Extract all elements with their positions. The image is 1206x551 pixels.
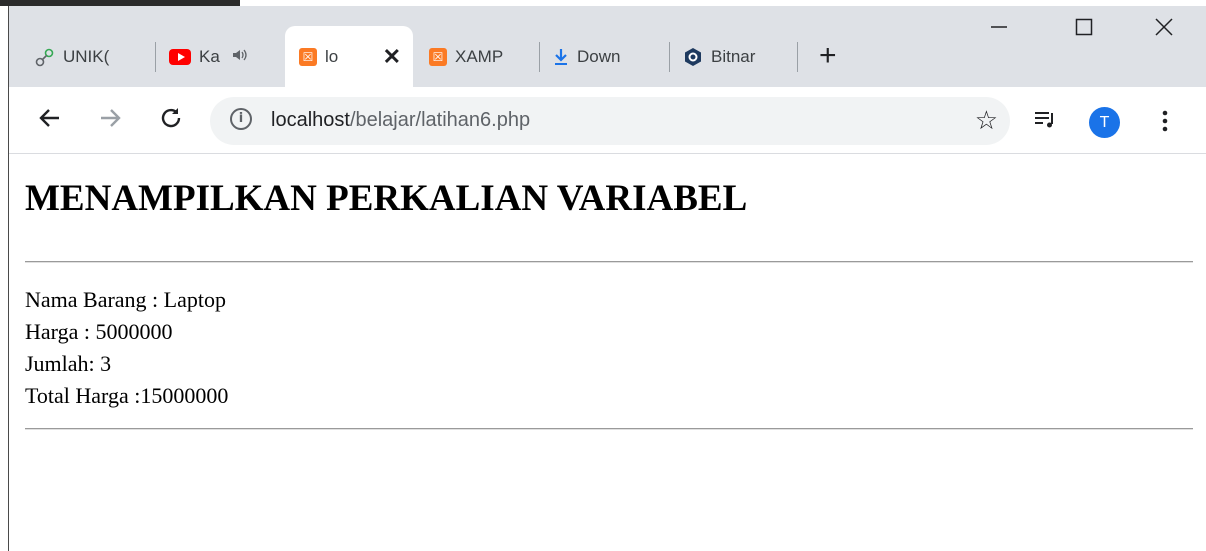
- browser-toolbar: i localhost/belajar/latihan6.php ☆ T: [9, 87, 1206, 154]
- close-window-button[interactable]: [1154, 16, 1174, 44]
- tab-label: UNIK(: [63, 46, 110, 66]
- page-content: MENAMPILKAN PERKALIAN VARIABEL Nama Bara…: [9, 154, 1206, 551]
- tab-unik[interactable]: UNIK(: [35, 26, 151, 87]
- price-line: Harga : 5000000: [25, 319, 173, 344]
- tab-strip: UNIK( Ka ☒ lo ✕ ☒ XAMP Down Bitnar +: [9, 6, 1206, 87]
- bitnami-icon: [683, 47, 703, 67]
- tab-label: Down: [577, 46, 621, 66]
- xampp-icon: ☒: [299, 47, 317, 66]
- url-path: /belajar/latihan6.php: [349, 109, 531, 131]
- close-tab-icon[interactable]: ✕: [383, 44, 401, 70]
- menu-kebab-icon[interactable]: [1161, 109, 1169, 137]
- tab-separator: [797, 42, 798, 72]
- tab-downloads[interactable]: Down: [553, 26, 663, 87]
- result-lines: Nama Barang : Laptop Harga : 5000000 Jum…: [25, 284, 228, 412]
- tab-separator: [155, 42, 156, 72]
- media-control-icon[interactable]: [1033, 109, 1057, 135]
- url-host: localhost: [271, 109, 350, 131]
- tab-separator: [669, 42, 670, 72]
- tab-bitnami[interactable]: Bitnar: [683, 26, 793, 87]
- bookmark-star-icon[interactable]: ☆: [975, 105, 998, 136]
- xampp-icon: ☒: [429, 47, 447, 66]
- tab-label: lo: [325, 46, 339, 66]
- back-button[interactable]: [37, 105, 63, 135]
- tab-xampp[interactable]: ☒ XAMP: [429, 26, 533, 87]
- tab-youtube[interactable]: Ka: [169, 26, 279, 87]
- tab-separator: [539, 42, 540, 72]
- tab-latihan6[interactable]: ☒ lo ✕: [285, 26, 413, 87]
- total-price-line: Total Harga :15000000: [25, 383, 229, 408]
- minimize-button[interactable]: [989, 16, 1009, 44]
- url-text[interactable]: localhost/belajar/latihan6.php: [271, 109, 530, 132]
- site-info-icon[interactable]: i: [230, 108, 252, 130]
- download-icon: [553, 48, 569, 66]
- quantity-line: Jumlah: 3: [25, 351, 112, 376]
- maximize-button[interactable]: [1074, 16, 1094, 44]
- youtube-icon: [169, 48, 191, 65]
- tab-label: Bitnar: [711, 46, 756, 66]
- page-heading: MENAMPILKAN PERKALIAN VARIABEL: [25, 178, 748, 219]
- speaker-icon[interactable]: [232, 47, 248, 67]
- new-tab-button[interactable]: +: [819, 41, 837, 71]
- reload-button[interactable]: [158, 105, 184, 135]
- link-icon: [35, 47, 55, 67]
- forward-button[interactable]: [97, 105, 123, 135]
- browser-window: UNIK( Ka ☒ lo ✕ ☒ XAMP Down Bitnar + i l…: [8, 6, 1206, 551]
- tab-label: Ka: [199, 46, 220, 66]
- top-divider: [25, 261, 1193, 263]
- address-bar[interactable]: i localhost/belajar/latihan6.php ☆: [210, 97, 1010, 145]
- profile-avatar[interactable]: T: [1089, 107, 1120, 138]
- bottom-divider: [25, 428, 1193, 430]
- item-name-line: Nama Barang : Laptop: [25, 287, 226, 312]
- tab-label: XAMP: [455, 46, 504, 66]
